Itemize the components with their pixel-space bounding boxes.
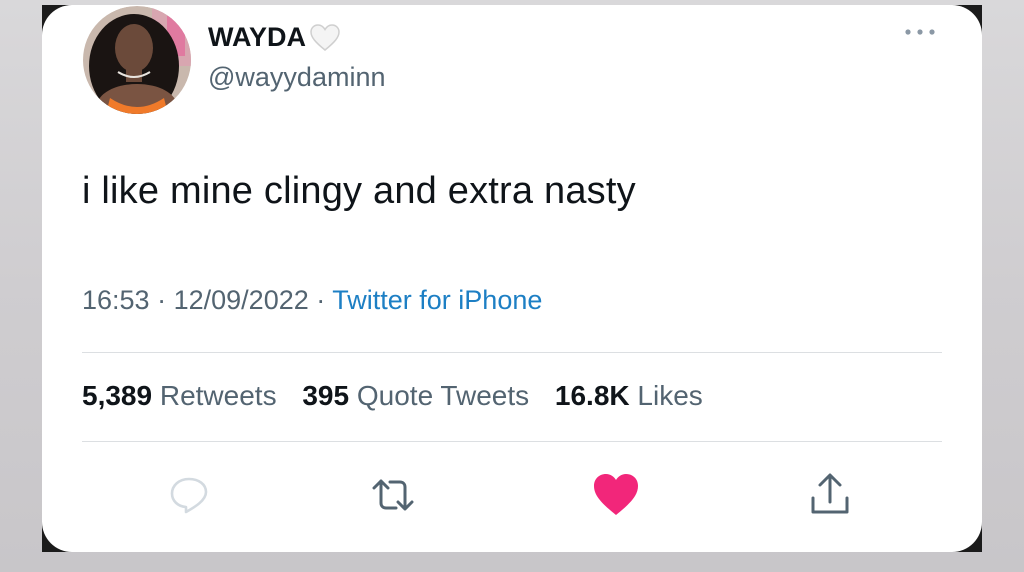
tweet-time[interactable]: 16:53	[82, 285, 150, 315]
like-heart-icon	[594, 474, 638, 515]
divider	[82, 441, 942, 442]
retweet-icon	[372, 479, 414, 511]
author-name-row: WAYDA	[208, 22, 341, 53]
likes-count: 16.8K	[554, 380, 630, 411]
more-dots-icon[interactable]	[900, 22, 940, 42]
author-display-name[interactable]: WAYDA	[208, 22, 306, 53]
quote-tweets-label: Quote Tweets	[356, 380, 530, 411]
white-heart-icon	[309, 23, 341, 53]
retweets-label: Retweets	[159, 380, 277, 411]
divider	[82, 352, 942, 353]
tweet-stats: 5,389 Retweets 395 Quote Tweets 16.8K Li…	[82, 380, 703, 412]
retweets-count: 5,389	[82, 380, 153, 411]
tweet-date[interactable]: 12/09/2022	[174, 285, 309, 315]
share-button[interactable]	[805, 470, 855, 520]
reply-button[interactable]	[164, 470, 214, 520]
reply-icon	[170, 477, 208, 514]
tweet-source-link[interactable]: Twitter for iPhone	[332, 285, 542, 315]
like-button[interactable]	[591, 470, 641, 520]
tweet-text: i like mine clingy and extra nasty	[82, 170, 636, 212]
retweet-button[interactable]	[368, 470, 418, 520]
likes-label: Likes	[637, 380, 703, 411]
retweets-stat[interactable]: 5,389 Retweets	[82, 380, 277, 411]
quote-tweets-count: 395	[302, 380, 350, 411]
meta-separator: ·	[157, 285, 167, 315]
tweet-meta: 16:53 · 12/09/2022 · Twitter for iPhone	[82, 285, 542, 316]
share-icon	[811, 473, 849, 514]
meta-separator: ·	[316, 285, 326, 315]
author-handle[interactable]: @wayydaminn	[208, 62, 385, 93]
likes-stat[interactable]: 16.8K Likes	[555, 380, 703, 411]
avatar-image	[83, 6, 191, 114]
quote-tweets-stat[interactable]: 395 Quote Tweets	[302, 380, 529, 411]
avatar[interactable]	[82, 6, 192, 114]
